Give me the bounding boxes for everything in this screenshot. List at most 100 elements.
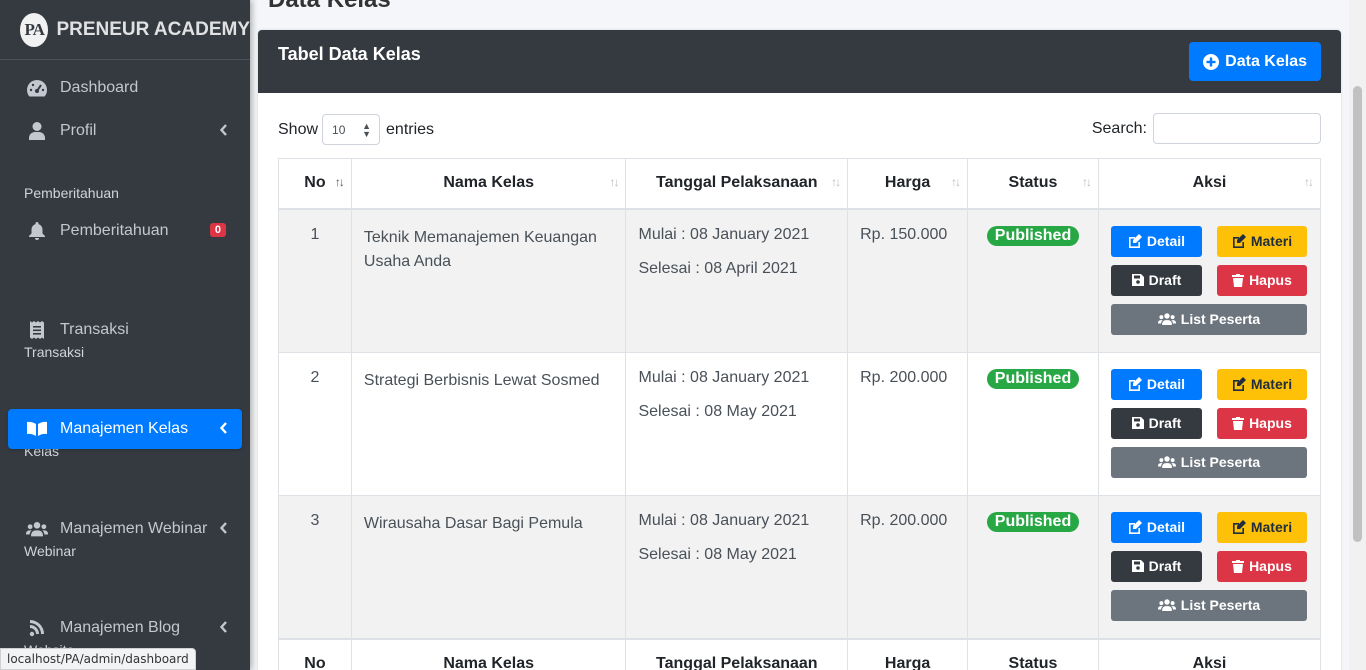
user-icon	[26, 120, 48, 142]
column-header-harga[interactable]: Harga ↑↓	[847, 158, 969, 210]
hapus-button[interactable]: Hapus	[1216, 407, 1307, 439]
cell-status: Published	[967, 208, 1099, 353]
status-badge: Published	[986, 368, 1080, 389]
column-header-aksi[interactable]: Aksi ↑↓	[1097, 158, 1322, 210]
draft-button[interactable]: Draft	[1110, 264, 1202, 296]
select-arrows-icon: ▲ ▼	[362, 121, 372, 139]
cell-tanggal: Mulai : 08 January 2021 Selesai : 08 Apr…	[625, 208, 849, 353]
column-header-no[interactable]: No ↑↓	[278, 158, 352, 210]
card-header: Tabel Data Kelas Data Kelas	[258, 30, 1341, 93]
materi-button[interactable]: Materi	[1216, 511, 1307, 543]
sidebar-item-label: Manajemen Kelas	[60, 420, 189, 437]
sidebar-item-label: Transaksi	[60, 321, 129, 338]
draft-button[interactable]: Draft	[1110, 550, 1202, 582]
sidebar-item-pemberitahuan[interactable]: Pemberitahuan 0	[8, 211, 242, 251]
entries-label: entries	[386, 120, 435, 138]
sidebar-item-manajemen-kelas[interactable]: Manajemen Kelas	[8, 409, 242, 449]
sidebar-item-profil[interactable]: Profil	[8, 111, 242, 151]
cell-harga: Rp. 200.000	[847, 351, 969, 496]
class-table: No ↑↓ Nama Kelas ↑↓ Tanggal Pelaksanaan ↑↓ …	[278, 158, 1322, 670]
class-table-card: Tabel Data Kelas Data Kelas Show 10 ▲ ▼ e…	[258, 30, 1341, 670]
cell-aksi: Detail Materi Draft Hapus List Peserta	[1097, 351, 1322, 496]
brand-name: PRENEUR ACADEMY	[56, 18, 250, 40]
detail-button[interactable]: Detail	[1110, 511, 1202, 543]
column-header-tanggal[interactable]: Tanggal Pelaksanaan ↑↓	[625, 158, 849, 210]
materi-button[interactable]: Materi	[1216, 225, 1307, 257]
cell-status: Published	[967, 494, 1099, 639]
button-label: List Peserta	[1180, 311, 1261, 327]
button-label: Draft	[1148, 558, 1182, 574]
column-header-nama-kelas[interactable]: Nama Kelas ↑↓	[350, 158, 627, 210]
sidebar-item-label: Manajemen Blog	[60, 619, 181, 636]
save-icon	[1131, 274, 1144, 286]
sort-icon: ↑↓	[334, 175, 345, 189]
column-header-status[interactable]: Status ↑↓	[967, 158, 1099, 210]
button-label: Materi	[1250, 376, 1293, 392]
notification-count-badge: 0	[209, 223, 226, 237]
sidebar-item-label: Profil	[60, 122, 97, 139]
cell-no: 1	[278, 208, 352, 353]
sidebar: PA PRENEUR ACADEMY Dashboard Profil Pemb…	[0, 0, 250, 670]
users-icon	[1157, 456, 1176, 468]
footer-header-tanggal: Tanggal Pelaksanaan	[625, 637, 849, 670]
edit-icon	[1232, 234, 1246, 248]
sidebar-item-dashboard[interactable]: Dashboard	[8, 68, 242, 108]
list-peserta-button[interactable]: List Peserta	[1110, 446, 1307, 478]
book-open-icon	[26, 418, 48, 440]
footer-header-no: No	[278, 637, 352, 670]
materi-button[interactable]: Materi	[1216, 368, 1307, 400]
search-input[interactable]	[1153, 113, 1321, 144]
detail-button[interactable]: Detail	[1110, 368, 1202, 400]
entries-select[interactable]: 10 ▲ ▼	[322, 114, 381, 145]
footer-header-aksi: Aksi	[1097, 637, 1322, 670]
status-badge: Published	[986, 225, 1080, 246]
sort-icon: ↑↓	[609, 175, 619, 189]
hapus-button[interactable]: Hapus	[1216, 264, 1307, 296]
cell-harga: Rp. 200.000	[847, 494, 969, 639]
users-icon	[26, 518, 48, 540]
edit-icon	[1128, 377, 1142, 391]
sidebar-item-manajemen-webinar[interactable]: Manajemen Webinar	[8, 509, 242, 549]
brand[interactable]: PA PRENEUR ACADEMY	[0, 0, 250, 60]
save-icon	[1131, 560, 1144, 572]
hapus-button[interactable]: Hapus	[1216, 550, 1307, 582]
list-peserta-button[interactable]: List Peserta	[1110, 303, 1307, 335]
entries-control: Show 10 ▲ ▼ entries	[278, 114, 434, 145]
bell-icon	[26, 220, 48, 242]
button-label: Detail	[1146, 376, 1186, 392]
browser-status-url: localhost/PA/admin/dashboard	[0, 648, 196, 670]
sidebar-item-transaksi[interactable]: Transaksi	[8, 310, 242, 350]
draft-button[interactable]: Draft	[1110, 407, 1202, 439]
button-label: Detail	[1146, 233, 1186, 249]
cell-harga: Rp. 150.000	[847, 208, 969, 353]
show-label: Show	[278, 120, 319, 138]
users-icon	[1157, 313, 1176, 325]
detail-button[interactable]: Detail	[1110, 225, 1202, 257]
blog-icon	[26, 617, 48, 639]
page-title: Data Kelas	[268, 0, 391, 14]
edit-icon	[1232, 377, 1246, 391]
search-control: Search:	[1092, 113, 1321, 144]
scrollbar-thumb[interactable]	[1353, 86, 1362, 542]
add-class-button[interactable]: Data Kelas	[1189, 42, 1321, 81]
action-buttons: Detail Materi Draft Hapus List Peserta	[1110, 368, 1307, 479]
entries-value: 10	[332, 122, 346, 137]
tachometer-icon	[26, 77, 48, 99]
chevron-left-icon	[219, 123, 228, 141]
button-label: Draft	[1148, 415, 1182, 431]
cell-aksi: Detail Materi Draft Hapus List Peserta	[1097, 494, 1322, 639]
cell-nama-kelas: Teknik Memanajemen Keuangan Usaha Anda	[350, 208, 627, 353]
trash-icon	[1232, 273, 1245, 287]
list-peserta-button[interactable]: List Peserta	[1110, 589, 1307, 621]
page-scrollbar[interactable]	[1349, 0, 1366, 670]
cell-tanggal: Mulai : 08 January 2021 Selesai : 08 May…	[625, 351, 849, 496]
sidebar-item-manajemen-blog[interactable]: Manajemen Blog	[8, 608, 242, 648]
cell-no: 2	[278, 351, 352, 496]
button-label: Detail	[1146, 519, 1186, 535]
cell-aksi: Detail Materi Draft Hapus List Peserta	[1097, 208, 1322, 353]
table-row: 2 Strategi Berbisnis Lewat Sosmed Mulai …	[278, 351, 1322, 496]
sidebar-item-label: Manajemen Webinar	[60, 520, 208, 537]
sidebar-item-label: Pemberitahuan	[60, 222, 169, 239]
sort-icon: ↑↓	[831, 175, 841, 189]
edit-icon	[1128, 234, 1142, 248]
